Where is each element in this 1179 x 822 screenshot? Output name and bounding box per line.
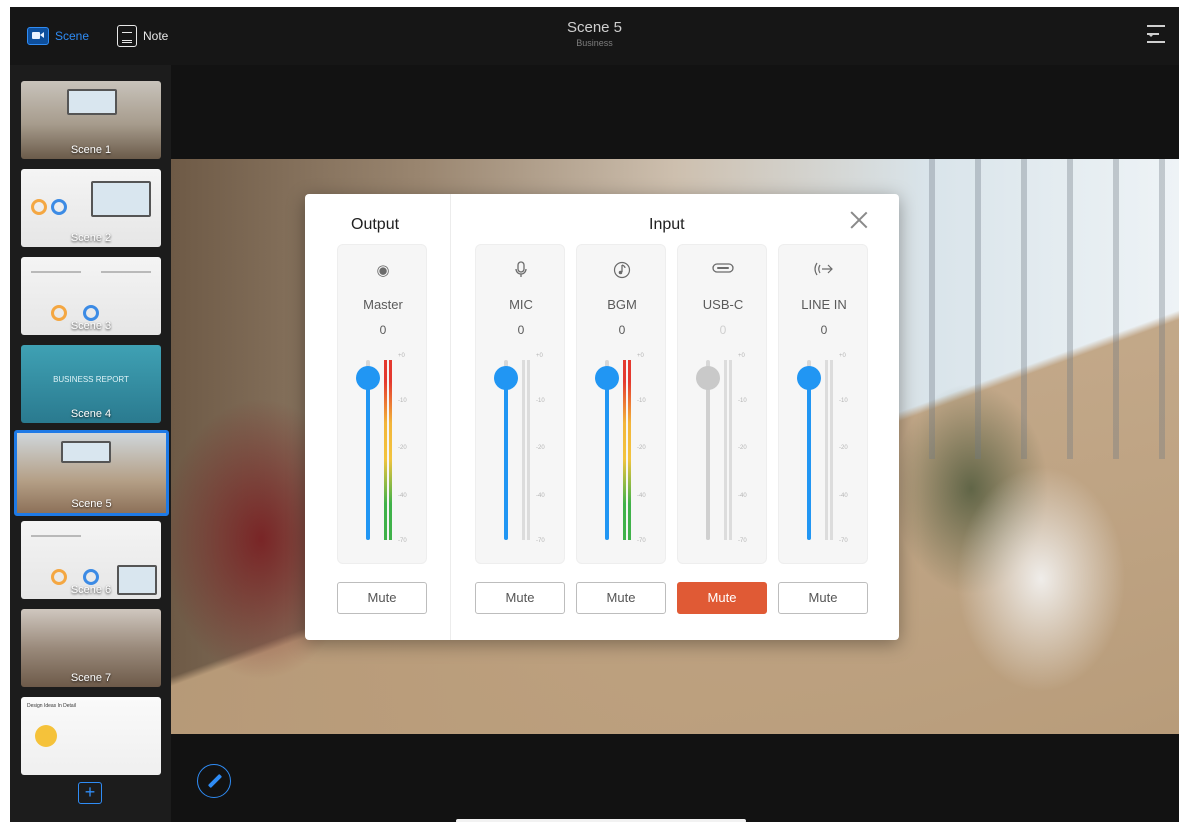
channel-value: 0	[820, 323, 828, 337]
output-title: Output	[351, 216, 400, 233]
level-meter-right	[527, 360, 530, 540]
level-meter-left	[724, 360, 727, 540]
scene-thumb-label: Scene 4	[70, 408, 112, 420]
add-scene-button[interactable]: +	[78, 782, 102, 804]
volume-slider-knob[interactable]	[797, 366, 821, 390]
mute-button-master[interactable]: Mute	[337, 582, 427, 614]
scene-subtitle: Business	[576, 38, 613, 48]
app-window: Scene Note Scene 5 Business Scene 1 Scen…	[10, 7, 1179, 822]
menu-icon[interactable]	[1147, 23, 1165, 45]
channel-mic: MIC 0 +0 -10 -20 -40 -70	[475, 244, 565, 564]
scene-thumb-label: Scene 1	[70, 144, 112, 156]
scene-thumb-4[interactable]: BUSINESS REPORT Scene 4	[21, 345, 161, 423]
input-title: Input	[649, 216, 685, 233]
scene-list: Scene 1 Scene 2 Scene 3 BUSINESS REPORT …	[10, 65, 171, 822]
channel-usb-c: USB-C 0 +0 -10 -20 -40 -70	[677, 244, 767, 564]
mute-button-usb-c[interactable]: Mute	[677, 582, 767, 614]
record-icon: ◉	[376, 262, 390, 279]
volume-slider-knob[interactable]	[595, 366, 619, 390]
scene-title: Scene 5	[566, 19, 623, 36]
db-scale: +0 -10 -20 -40 -70	[536, 353, 545, 544]
channel-line-in: LINE IN 0 +0 -10 -20 -40 -70	[778, 244, 868, 564]
close-icon[interactable]	[849, 210, 869, 230]
db-scale: +0 -10 -20 -40 -70	[637, 353, 646, 544]
level-meter-left	[522, 360, 525, 540]
channel-value: 0	[719, 323, 727, 337]
scene-thumb-7[interactable]: Scene 7	[21, 609, 161, 687]
volume-slider-knob[interactable]	[696, 366, 720, 390]
mute-button-line-in[interactable]: Mute	[778, 582, 868, 614]
scene-thumb-5[interactable]: Scene 5	[14, 430, 169, 516]
level-meter-left	[623, 360, 626, 540]
channel-name: MIC	[509, 297, 533, 312]
channel-name: USB-C	[702, 297, 744, 312]
db-scale: +0 -10 -20 -40 -70	[738, 353, 747, 544]
top-bar: Scene Note Scene 5 Business	[10, 7, 1179, 65]
volume-slider-knob[interactable]	[356, 366, 380, 390]
channel-name: BGM	[607, 297, 637, 312]
mute-button-bgm[interactable]: Mute	[576, 582, 666, 614]
divider	[450, 194, 451, 640]
scene-thumb-3[interactable]: Scene 3	[21, 257, 161, 335]
scene-thumb-label: Scene 2	[70, 232, 112, 244]
scene-title-block: Scene 5 Business	[10, 19, 1179, 48]
scene-thumb-label: Scene 7	[70, 672, 112, 684]
scene-thumb-label: Scene 6	[70, 584, 112, 596]
level-meter-left	[825, 360, 828, 540]
level-meter-left	[384, 360, 387, 540]
scene-thumb-8[interactable]: Design Ideas In Detail	[21, 697, 161, 775]
channel-value: 0	[379, 323, 387, 337]
audio-mixer-dialog: Output Input ◉ Master 0 +0 -10 -20 -40 -70 M…	[305, 194, 899, 640]
level-meter-right	[628, 360, 631, 540]
channel-value: 0	[517, 323, 525, 337]
volume-slider-knob[interactable]	[494, 366, 518, 390]
scene-thumb-label: Scene 3	[70, 320, 112, 332]
level-meter-right	[830, 360, 833, 540]
lightbulb-icon	[35, 725, 57, 747]
bottom-toolbar	[171, 734, 1179, 822]
scene-thumb-slide-title: BUSINESS REPORT	[53, 375, 129, 384]
pen-icon[interactable]	[197, 764, 231, 798]
line-in-icon	[779, 261, 869, 281]
channel-master: ◉ Master 0 +0 -10 -20 -40 -70	[337, 244, 427, 564]
db-scale: +0 -10 -20 -40 -70	[398, 353, 407, 544]
microphone-icon	[476, 261, 566, 283]
music-note-icon	[577, 261, 667, 283]
channel-bgm: BGM 0 +0 -10 -20 -40 -70	[576, 244, 666, 564]
scene-thumb-2[interactable]: Scene 2	[21, 169, 161, 247]
channel-name: LINE IN	[801, 297, 847, 312]
scene-thumb-1[interactable]: Scene 1	[21, 81, 161, 159]
level-meter-right	[729, 360, 732, 540]
channel-name: Master	[363, 297, 403, 312]
db-scale: +0 -10 -20 -40 -70	[839, 353, 848, 544]
scene-thumb-label: Scene 5	[71, 498, 112, 510]
channel-value: 0	[618, 323, 626, 337]
scene-thumb-slide-title: Design Ideas In Detail	[27, 703, 76, 709]
level-meter-right	[389, 360, 392, 540]
mute-button-mic[interactable]: Mute	[475, 582, 565, 614]
usb-c-icon	[678, 261, 768, 279]
canvas-top-area	[171, 65, 1179, 159]
scene-thumb-6[interactable]: Scene 6	[21, 521, 161, 599]
